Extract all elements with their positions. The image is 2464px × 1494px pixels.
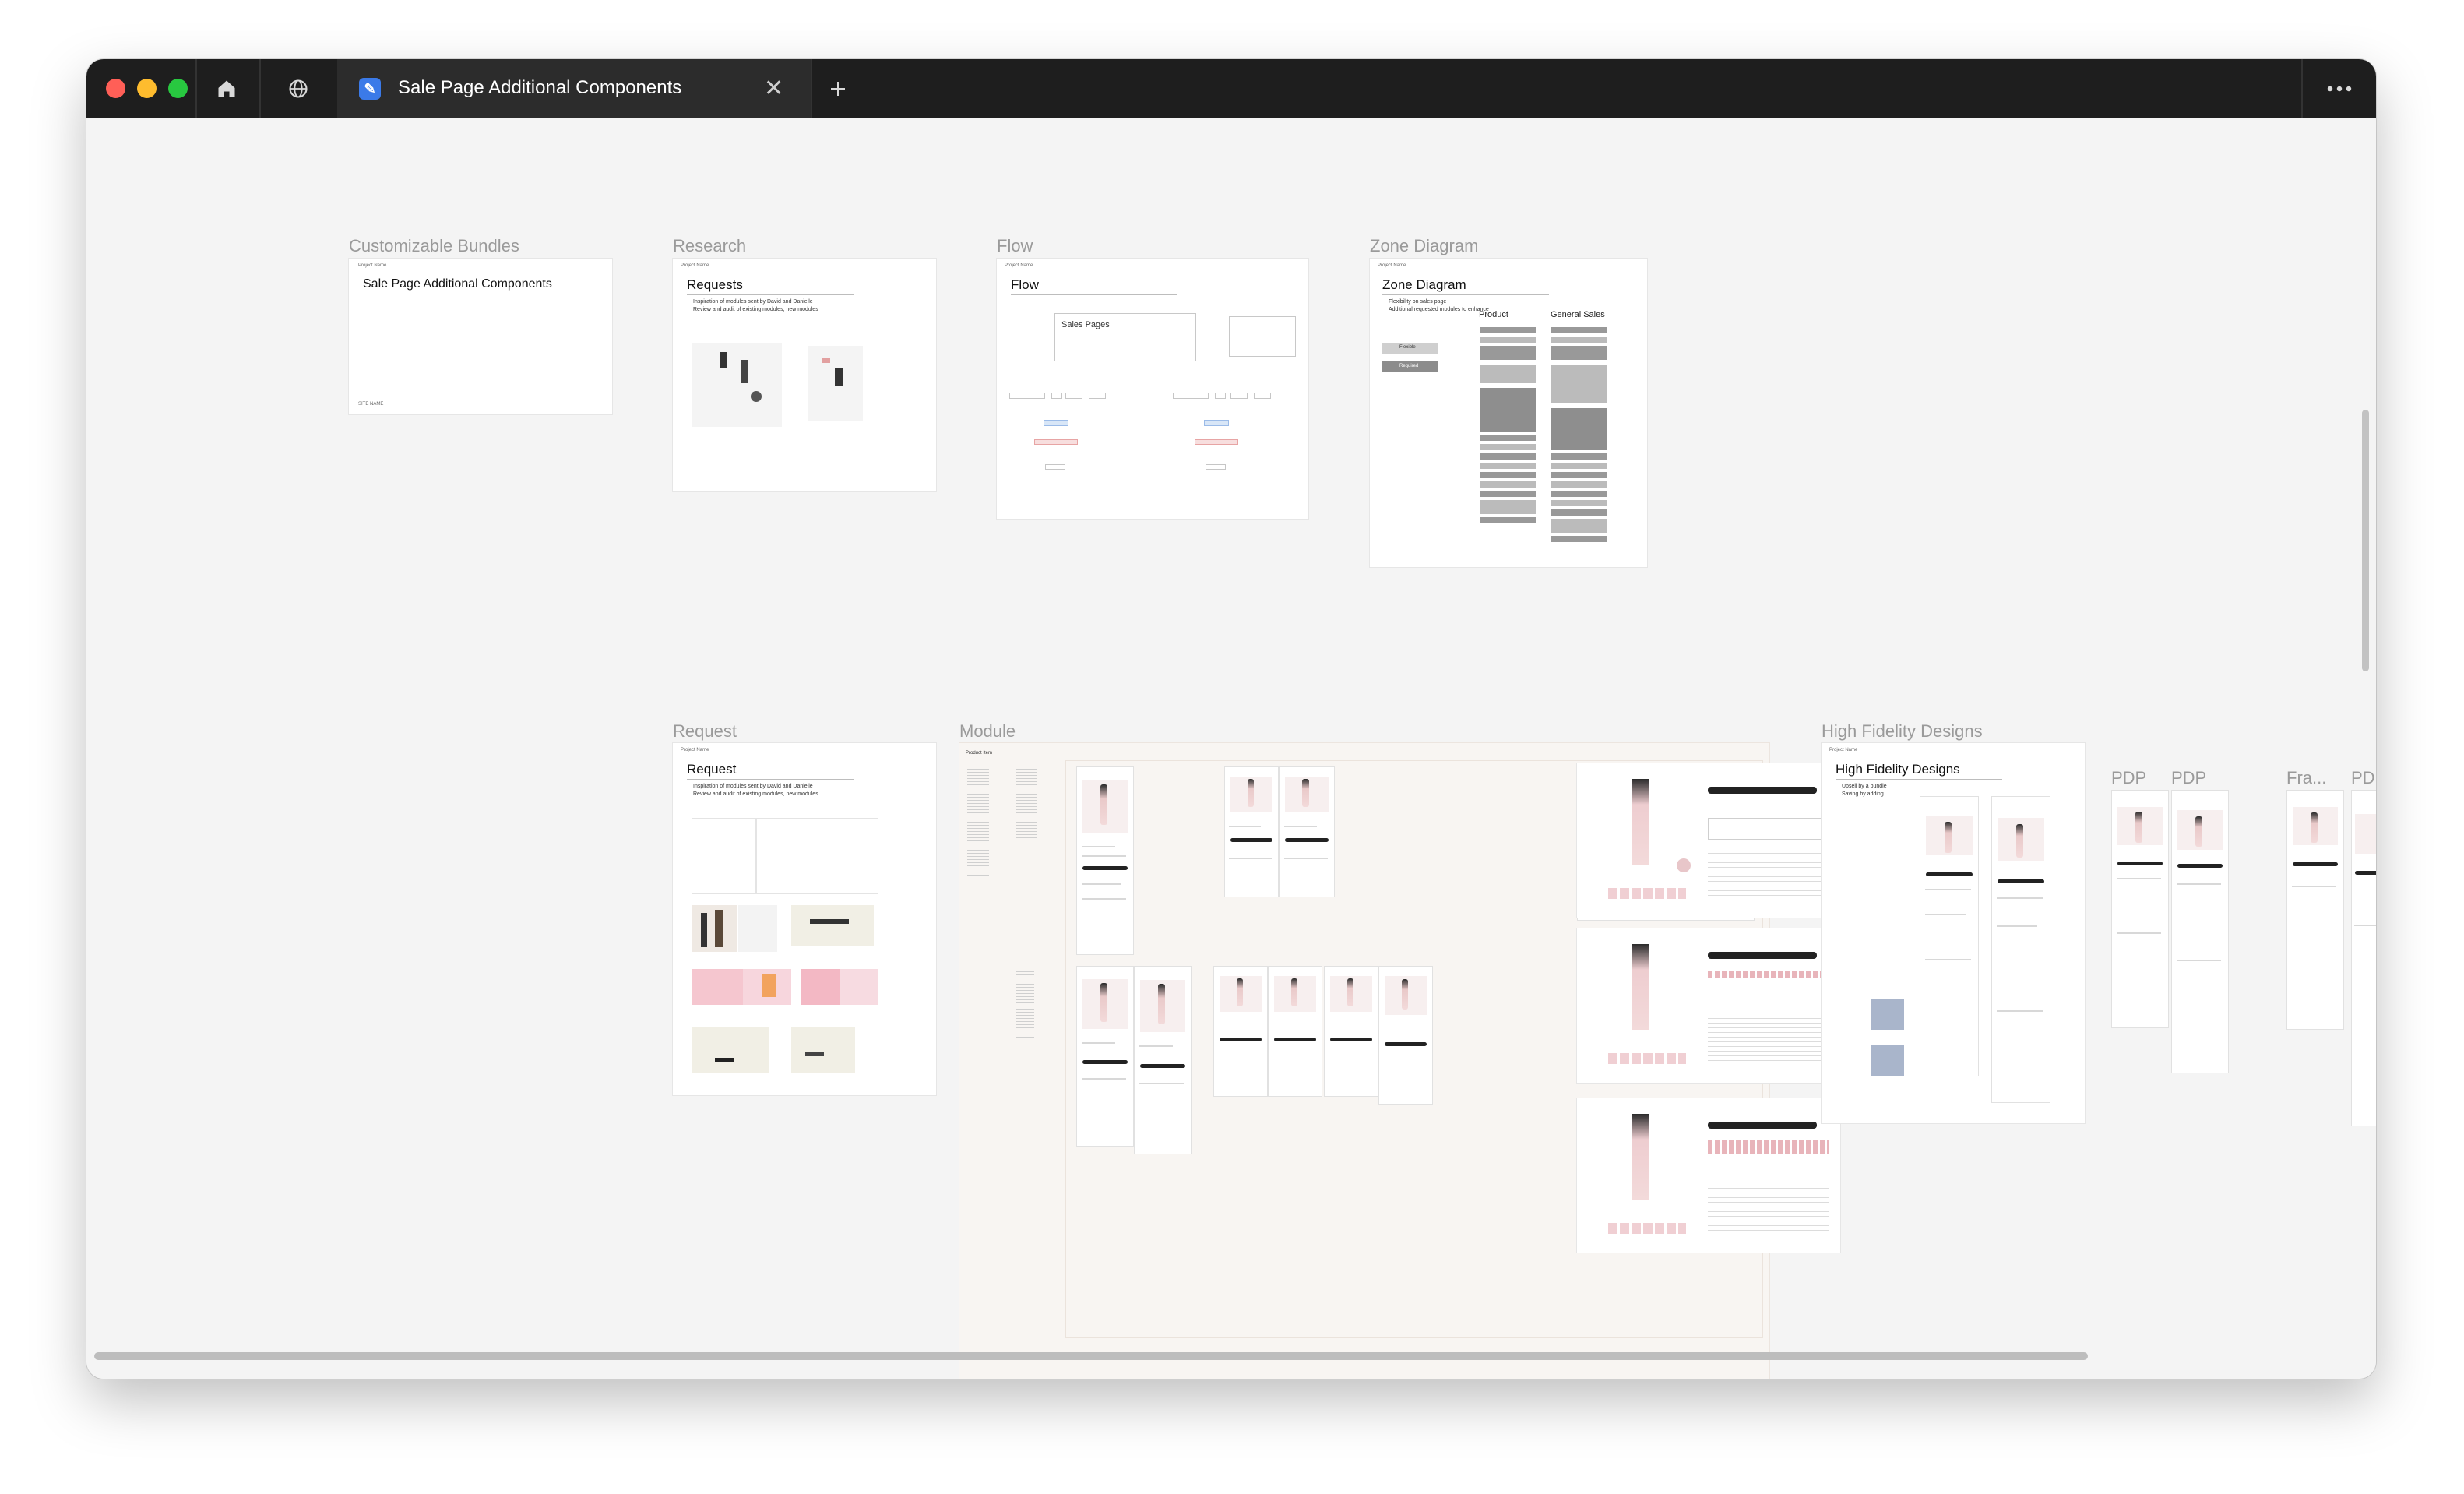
zone-bullet-2: Additional requested modules to enhance: [1389, 307, 1489, 312]
frame-label-pdp-2[interactable]: PDP: [2171, 768, 2206, 788]
module-title: Product Item: [966, 751, 993, 756]
browser-window: ✎ Sale Page Additional Components ✕ Cust…: [86, 59, 2376, 1379]
close-window-button[interactable]: [106, 79, 125, 98]
request-bullet-1: Inspiration of modules sent by David and…: [693, 784, 813, 789]
flow-legend-box: [1229, 316, 1296, 357]
legend-flexible: Flexible: [1382, 343, 1438, 354]
research-title: Requests: [687, 277, 743, 292]
frame-label-fra[interactable]: Fra...: [2286, 768, 2326, 788]
home-icon: [218, 80, 235, 97]
frame-label-pdp-1[interactable]: PDP: [2111, 768, 2146, 788]
hifi-bullet-1: Upsell by a bundle: [1842, 784, 1887, 789]
request-frame[interactable]: Project Name Request Inspiration of modu…: [673, 743, 936, 1095]
new-tab-button[interactable]: [811, 59, 865, 118]
more-button[interactable]: [2303, 59, 2376, 118]
hifi-bullet-2: Saving by adding: [1842, 791, 1884, 797]
module-desktop-2[interactable]: [1577, 928, 1840, 1083]
request-bullet-2: Review and audit of existing modules, ne…: [693, 791, 818, 797]
frame-label-customizable-bundles[interactable]: Customizable Bundles: [349, 236, 519, 256]
close-icon[interactable]: ✕: [764, 73, 783, 104]
frame-label-request[interactable]: Request: [673, 721, 737, 742]
frame-pd[interactable]: [2351, 790, 2376, 1126]
frame-label-research[interactable]: Research: [673, 236, 746, 256]
module-desktop-1[interactable]: [1577, 763, 1840, 918]
vertical-scrollbar[interactable]: [2362, 410, 2369, 671]
zone-col-product: Product: [1479, 310, 1508, 319]
tab-active[interactable]: ✎ Sale Page Additional Components ✕: [337, 59, 811, 118]
home-button[interactable]: [195, 59, 258, 118]
flow-title: Flow: [1011, 277, 1039, 292]
design-canvas[interactable]: Customizable Bundles Research Flow Zone …: [86, 118, 2376, 1379]
frame-label-zone-diagram[interactable]: Zone Diagram: [1370, 236, 1478, 256]
title-bar: ✎ Sale Page Additional Components ✕: [86, 59, 2376, 118]
research-frame[interactable]: Project Name Requests Inspiration of mod…: [673, 259, 936, 491]
zone-bullet-1: Flexibility on sales page: [1389, 299, 1447, 305]
legend-required: Required: [1382, 361, 1438, 372]
tab-title: Sale Page Additional Components: [398, 77, 682, 98]
figma-file-icon: ✎: [359, 78, 381, 100]
research-bullet-1: Inspiration of modules sent by David and…: [693, 299, 813, 305]
module-desktop-3[interactable]: [1577, 1098, 1840, 1253]
frame-fra[interactable]: [2286, 790, 2344, 1030]
pdp-frame-2[interactable]: [2171, 790, 2229, 1073]
high-fidelity-frame[interactable]: Project Name High Fidelity Designs Upsel…: [1822, 743, 2085, 1123]
zone-diagram-frame[interactable]: Project Name Zone Diagram Flexibility on…: [1370, 259, 1647, 567]
horizontal-scrollbar[interactable]: [94, 1352, 2088, 1360]
frame-label-flow[interactable]: Flow: [997, 236, 1033, 256]
globe-icon: [289, 79, 308, 98]
research-bullet-2: Review and audit of existing modules, ne…: [693, 307, 818, 312]
minimize-window-button[interactable]: [137, 79, 157, 98]
sales-pages-box: Sales Pages: [1054, 313, 1196, 361]
frame-label-module[interactable]: Module: [959, 721, 1016, 742]
globe-button[interactable]: [259, 59, 337, 118]
hifi-title: High Fidelity Designs: [1836, 762, 1960, 777]
zone-col-general: General Sales: [1551, 310, 1605, 319]
plus-icon: [831, 82, 845, 96]
zone-title: Zone Diagram: [1382, 277, 1466, 292]
cover-title: Sale Page Additional Components: [363, 277, 552, 291]
cover-frame[interactable]: Project Name Sale Page Additional Compon…: [349, 259, 612, 414]
pdp-frame-1[interactable]: [2111, 790, 2169, 1028]
more-icon: [2327, 86, 2352, 92]
flow-frame[interactable]: Project Name Flow Sales Pages: [997, 259, 1308, 519]
request-title: Request: [687, 762, 737, 777]
frame-label-pd[interactable]: PD: [2351, 768, 2375, 788]
maximize-window-button[interactable]: [168, 79, 188, 98]
frame-label-high-fidelity[interactable]: High Fidelity Designs: [1822, 721, 1983, 742]
